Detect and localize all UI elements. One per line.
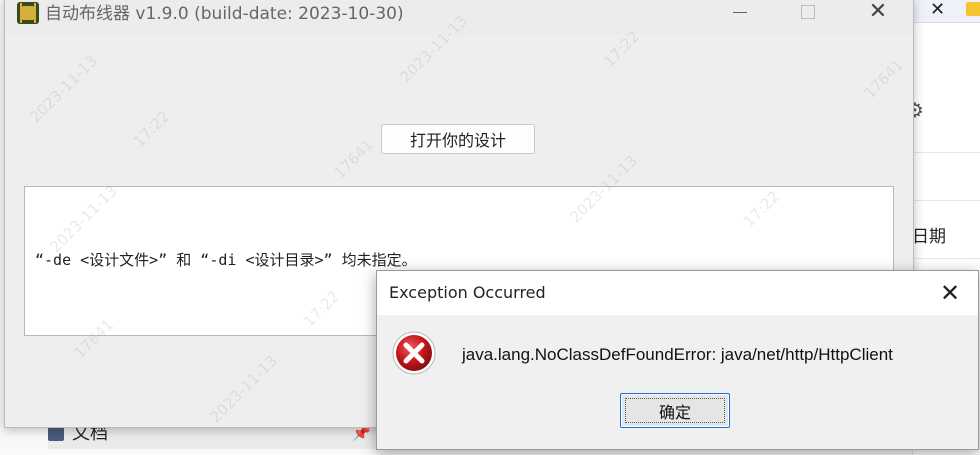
status-message: “-de <设计文件>” 和 “-di <设计目录>” 均未指定。 xyxy=(35,251,417,269)
divider xyxy=(912,258,980,259)
window-title: 自动布线器 v1.9.0 (build-date: 2023-10-30) xyxy=(45,4,404,24)
divider xyxy=(912,152,980,153)
background-tab-close-icon[interactable]: ✕ xyxy=(930,0,945,20)
column-header-date[interactable]: 日期 xyxy=(912,222,946,247)
ok-button[interactable]: 确定 xyxy=(620,393,730,428)
dialog-title: Exception Occurred xyxy=(389,283,546,302)
focus-ring xyxy=(625,398,725,423)
maximize-button[interactable] xyxy=(785,0,831,25)
close-icon: ✕ xyxy=(939,279,961,307)
minimize-button[interactable] xyxy=(717,0,763,25)
open-design-button[interactable]: 打开你的设计 xyxy=(381,124,535,154)
window-close-button[interactable]: ✕ xyxy=(855,0,901,25)
close-icon: ✕ xyxy=(868,0,888,24)
folder-icon xyxy=(966,2,980,16)
error-message: java.lang.NoClassDefFoundError: java/net… xyxy=(462,345,893,364)
divider xyxy=(912,200,980,201)
minimize-icon xyxy=(733,11,747,13)
dialog-close-button[interactable]: ✕ xyxy=(929,277,971,309)
error-icon xyxy=(392,331,436,375)
dialog-title-bar[interactable]: Exception Occurred ✕ xyxy=(377,271,978,315)
title-bar[interactable]: 自动布线器 v1.9.0 (build-date: 2023-10-30) ✕ xyxy=(5,0,913,35)
app-chip-icon xyxy=(17,2,39,24)
exception-dialog: Exception Occurred ✕ java.lang.NoClassDe… xyxy=(376,270,979,450)
maximize-icon xyxy=(801,5,815,19)
